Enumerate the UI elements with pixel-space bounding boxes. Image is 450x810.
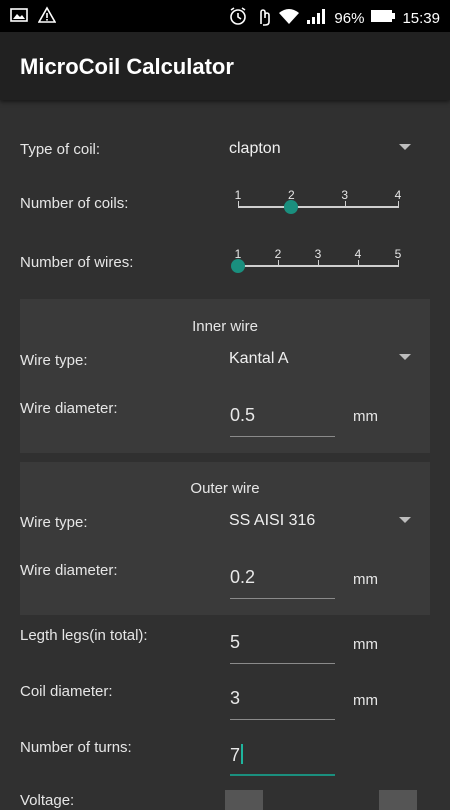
coil-diameter-input[interactable]: 3 (230, 683, 335, 721)
slider-tick (278, 260, 279, 267)
number-of-coils-label: Number of coils: (20, 195, 129, 212)
app-title: MicroCoil Calculator (20, 54, 234, 79)
battery-icon (370, 8, 396, 28)
outer-wire-type-spinner[interactable]: SS AISI 316 (225, 505, 420, 539)
app-bar: MicroCoil Calculator (0, 32, 450, 100)
number-of-wires-label: Number of wires: (20, 254, 134, 271)
voltage-decrement-button[interactable] (225, 790, 263, 810)
alarm-icon (228, 6, 248, 30)
slider-tick (398, 201, 399, 208)
clock: 15:39 (402, 9, 440, 27)
legs-length-input[interactable]: 5 (230, 627, 335, 665)
image-icon (10, 6, 28, 28)
input-underline-active (230, 774, 335, 776)
inner-wire-panel: Inner wire Wire type: Kantal A Wire diam… (20, 299, 430, 453)
text-cursor (241, 744, 244, 764)
coil-diameter-value: 3 (230, 688, 241, 708)
inner-wire-type-value: Kantal A (229, 350, 289, 367)
voltage-increment-button[interactable] (379, 790, 417, 810)
outer-wire-panel: Outer wire Wire type: SS AISI 316 Wire d… (20, 462, 430, 615)
inner-wire-diameter-value: 0.5 (230, 405, 256, 425)
type-of-coil-spinner[interactable]: clapton (225, 132, 420, 166)
slider-tick-label: 4 (394, 188, 402, 202)
outer-wire-title: Outer wire (190, 480, 260, 497)
coil-diameter-unit: mm (353, 692, 378, 709)
dropdown-arrow-icon (399, 354, 411, 360)
inner-wire-title: Inner wire (192, 318, 258, 335)
slider-tick-label: 2 (274, 247, 282, 261)
input-underline (230, 719, 335, 720)
inner-wire-type-label: Wire type: (20, 352, 88, 369)
inner-wire-type-spinner[interactable]: Kantal A (225, 342, 420, 376)
outer-wire-type-value: SS AISI 316 (229, 512, 316, 529)
outer-wire-diameter-input[interactable]: 0.2 (230, 562, 335, 600)
input-underline (230, 663, 335, 664)
slider-tick-label: 3 (341, 188, 348, 202)
number-of-turns-input[interactable]: 7 (230, 738, 335, 776)
inner-wire-diameter-input[interactable]: 0.5 (230, 400, 335, 438)
coil-diameter-label: Coil diameter: (20, 683, 113, 700)
slider-tick-label: 5 (394, 247, 402, 261)
slider-tick-label: 1 (234, 188, 242, 202)
slider-tick (318, 260, 319, 267)
touch-icon (254, 6, 272, 30)
status-bar: 96% 15:39 (0, 0, 450, 32)
number-of-turns-field: 7 (230, 744, 244, 766)
warning-icon (37, 6, 57, 28)
legs-length-value: 5 (230, 632, 241, 652)
input-underline (230, 436, 335, 437)
legs-length-label: Legth legs(in total): (20, 627, 148, 644)
slider-thumb[interactable] (231, 259, 245, 273)
outer-wire-diameter-label: Wire diameter: (20, 562, 118, 579)
slider-track (238, 206, 398, 208)
number-of-coils-slider[interactable]: 1234 (234, 188, 401, 218)
legs-length-unit: mm (353, 636, 378, 653)
voltage-label: Voltage: (20, 792, 75, 809)
outer-wire-diameter-unit: mm (353, 571, 378, 588)
slider-tick-label: 3 (314, 247, 322, 261)
number-of-wires-slider[interactable]: 12345 (231, 247, 401, 277)
outer-wire-diameter-value: 0.2 (230, 567, 256, 587)
number-of-turns-value: 7 (230, 745, 241, 765)
slider-tick (344, 201, 346, 208)
dropdown-arrow-icon (399, 144, 411, 150)
slider-thumb[interactable] (284, 200, 299, 214)
battery-percent: 96% (334, 9, 365, 27)
slider-tick-label: 4 (354, 247, 362, 261)
signal-icon (306, 7, 328, 29)
outer-wire-type-label: Wire type: (20, 514, 88, 531)
wifi-icon (278, 7, 300, 29)
input-underline (230, 598, 335, 599)
type-of-coil-label: Type of coil: (20, 141, 101, 158)
slider-tick (238, 201, 239, 208)
number-of-turns-label: Number of turns: (20, 739, 132, 756)
slider-tick (398, 260, 399, 267)
inner-wire-diameter-label: Wire diameter: (20, 400, 118, 417)
type-of-coil-value: clapton (229, 140, 281, 157)
dropdown-arrow-icon (399, 517, 411, 523)
slider-tick (358, 260, 359, 267)
inner-wire-diameter-unit: mm (353, 408, 378, 425)
